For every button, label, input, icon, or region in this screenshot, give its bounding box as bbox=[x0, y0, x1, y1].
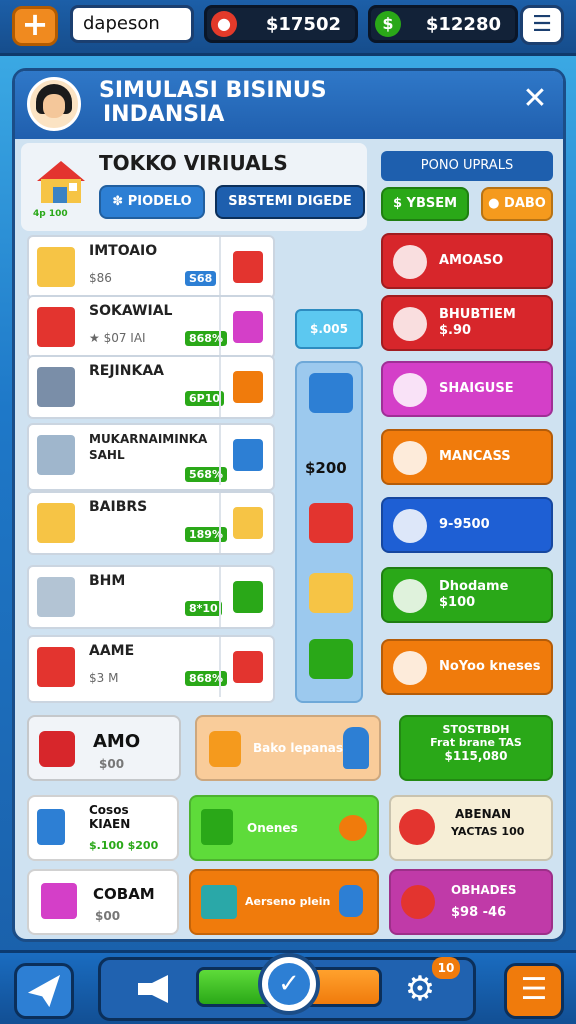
coin-icon: ● bbox=[211, 11, 237, 37]
orange-tab-button[interactable]: ● DABO bbox=[481, 187, 553, 221]
bottom-bar: ✓ ⚙ 10 ☰ bbox=[0, 950, 576, 1024]
shelf-icon bbox=[37, 367, 75, 407]
crate-icon bbox=[41, 883, 77, 919]
panel-title: SIMULASI BISINUS INDANSIA bbox=[99, 78, 327, 127]
jar-icon bbox=[209, 731, 241, 767]
cash-icon: $ bbox=[375, 11, 401, 37]
crate-icon[interactable] bbox=[309, 639, 353, 679]
basket-icon bbox=[201, 885, 237, 919]
list-item[interactable]: MUKARNAIMINKA SAHL 568% bbox=[27, 423, 275, 491]
gear-icon: ✽ bbox=[112, 194, 128, 209]
onenes-card[interactable]: Onenes bbox=[189, 795, 379, 861]
box-icon[interactable] bbox=[309, 573, 353, 613]
cash-icon bbox=[393, 579, 427, 613]
list-menu-icon[interactable]: ☰ bbox=[504, 963, 564, 1019]
list-item[interactable]: SOKAWIAL ★ $07 IAI 868% bbox=[27, 295, 275, 359]
add-button[interactable]: + bbox=[12, 6, 58, 46]
list-item[interactable]: BHM 8*10 bbox=[27, 565, 275, 629]
gift-icon bbox=[37, 307, 75, 347]
dollar-icon: $ bbox=[392, 196, 407, 211]
action-button-4[interactable]: MANCASS bbox=[381, 429, 553, 485]
fire-extinguisher-icon bbox=[39, 731, 75, 767]
action-button-1[interactable]: AMOASO bbox=[381, 233, 553, 289]
coin-icon: ● bbox=[488, 196, 505, 211]
register-icon bbox=[37, 435, 75, 475]
mid-column: $200 bbox=[295, 361, 363, 703]
safe-icon bbox=[393, 307, 427, 341]
action-button-6[interactable]: Dhodame $100 bbox=[381, 567, 553, 623]
box-icon bbox=[393, 373, 427, 407]
action-button-3[interactable]: SHAIGUSE bbox=[381, 361, 553, 417]
device-icon bbox=[37, 809, 65, 845]
action-button-5[interactable]: 9-9500 bbox=[381, 497, 553, 553]
amo-card[interactable]: AMO $00 bbox=[27, 715, 181, 781]
balloon-icon bbox=[401, 885, 435, 919]
checkmark-icon: ✓ bbox=[268, 963, 310, 1005]
list-item[interactable]: REJINKAA 6P10 bbox=[27, 355, 275, 419]
promo-card[interactable]: Bako lepanas bbox=[195, 715, 381, 781]
cart-icon bbox=[37, 577, 75, 617]
cash-counter: $ $12280 bbox=[368, 5, 518, 43]
action-button-7[interactable]: NoYoo kneses bbox=[381, 639, 553, 695]
ghost-icon bbox=[393, 651, 427, 685]
cart-icon bbox=[233, 651, 263, 683]
crate-icon bbox=[233, 371, 263, 403]
avatar bbox=[27, 77, 81, 131]
shop-title: TOKKO VIRIUALS bbox=[99, 151, 288, 175]
notification-badge: 10 bbox=[432, 957, 460, 979]
cart-icon[interactable] bbox=[309, 503, 353, 543]
stock-card[interactable]: STOSTBDH Frat brane TAS $115,080 bbox=[399, 715, 553, 781]
action-button-2[interactable]: BHUBTIEM $.90 bbox=[381, 295, 553, 351]
character-icon bbox=[343, 727, 369, 769]
fruit-basket-icon bbox=[37, 503, 75, 543]
tab-products[interactable]: ✽ PIODELO bbox=[99, 185, 205, 219]
shop-header: 4p 100 TOKKO VIRIUALS ✽ PIODELO SBSTEMI … bbox=[21, 143, 367, 231]
close-icon[interactable]: ✕ bbox=[517, 81, 553, 117]
abenan-card[interactable]: ABENAN YACTAS 100 bbox=[389, 795, 553, 861]
megaphone-icon[interactable] bbox=[132, 971, 178, 1007]
list-item[interactable]: AAME $3 M 868% bbox=[27, 635, 275, 703]
lightbulb-icon bbox=[393, 441, 427, 475]
obhades-card[interactable]: OBHADES $98 -46 bbox=[389, 869, 553, 935]
figure-icon bbox=[339, 885, 363, 917]
player-name-field[interactable]: dapeson bbox=[70, 5, 194, 43]
bag-icon bbox=[233, 581, 263, 613]
confirm-button[interactable]: ✓ bbox=[258, 953, 320, 1015]
business-panel: SIMULASI BISINUS INDANSIA ✕ 4p 100 TOKKO… bbox=[12, 68, 566, 942]
tab-system[interactable]: SBSTEMI DIGEDE bbox=[215, 185, 365, 219]
gear-icon bbox=[399, 809, 435, 845]
top-bar: + dapeson ● $17502 $ $12280 ☰ bbox=[0, 0, 576, 56]
send-icon[interactable] bbox=[14, 963, 74, 1019]
device-icon bbox=[233, 439, 263, 471]
cart-icon bbox=[233, 251, 263, 283]
shop-icon bbox=[37, 161, 85, 203]
fruit-crate-icon bbox=[37, 647, 75, 687]
package-icon[interactable] bbox=[309, 373, 353, 413]
cases-card[interactable]: Cosos KIAEN $.100 $200 bbox=[27, 795, 179, 861]
list-item[interactable]: IMTOAIO $86 S68 bbox=[27, 235, 275, 299]
right-panel-header: PONO UPRALS bbox=[381, 151, 553, 181]
coins-counter: ● $17502 bbox=[204, 5, 358, 43]
cart-icon bbox=[393, 509, 427, 543]
mid-value-badge[interactable]: $.005 bbox=[295, 309, 363, 349]
list-item[interactable]: BAIBRS 189% bbox=[27, 491, 275, 555]
bin-icon bbox=[233, 507, 263, 539]
green-tab-button[interactable]: $ YBSEM bbox=[381, 187, 469, 221]
menu-icon[interactable]: ☰ bbox=[520, 5, 564, 45]
box-icon bbox=[201, 809, 233, 845]
chat-icon bbox=[339, 815, 367, 841]
panel-header: SIMULASI BISINUS INDANSIA ✕ bbox=[15, 71, 563, 139]
box-icon bbox=[37, 247, 75, 287]
cobam-card[interactable]: COBAM $00 bbox=[27, 869, 179, 935]
basket-card[interactable]: Aerseno plein bbox=[189, 869, 379, 935]
clock-icon bbox=[393, 245, 427, 279]
plant-icon bbox=[233, 311, 263, 343]
